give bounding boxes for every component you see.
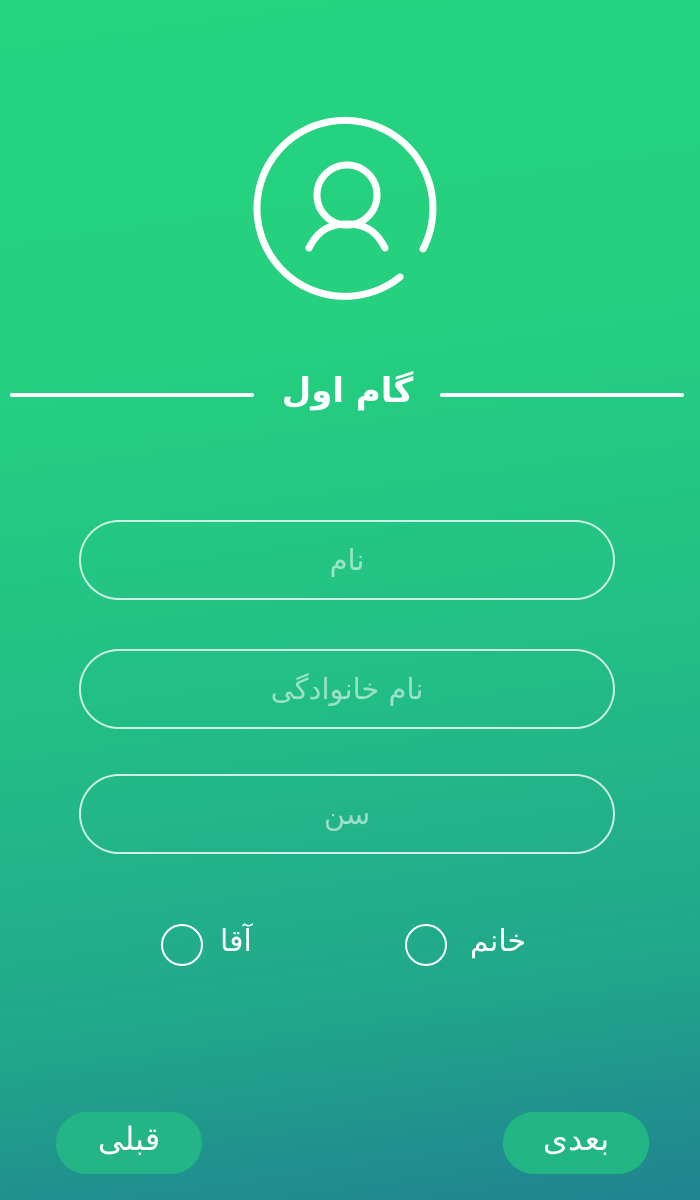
male-radio[interactable] xyxy=(161,924,203,966)
last-name-input[interactable] xyxy=(81,651,613,727)
male-radio-label[interactable]: آقا xyxy=(220,922,252,962)
user-avatar-icon xyxy=(252,114,442,304)
age-input[interactable] xyxy=(81,776,613,852)
step-divider-right xyxy=(440,393,684,397)
first-name-input[interactable] xyxy=(81,522,613,598)
female-radio[interactable] xyxy=(405,924,447,966)
last-name-field[interactable] xyxy=(79,649,615,729)
next-button[interactable]: بعدی xyxy=(503,1112,649,1174)
age-field[interactable] xyxy=(79,774,615,854)
first-name-field[interactable] xyxy=(79,520,615,600)
female-radio-label[interactable]: خانم xyxy=(470,922,526,962)
user-circle-icon xyxy=(253,116,437,300)
step-divider-left xyxy=(10,393,254,397)
step-title: گام اول xyxy=(281,371,414,411)
previous-button[interactable]: قبلی xyxy=(56,1112,202,1174)
